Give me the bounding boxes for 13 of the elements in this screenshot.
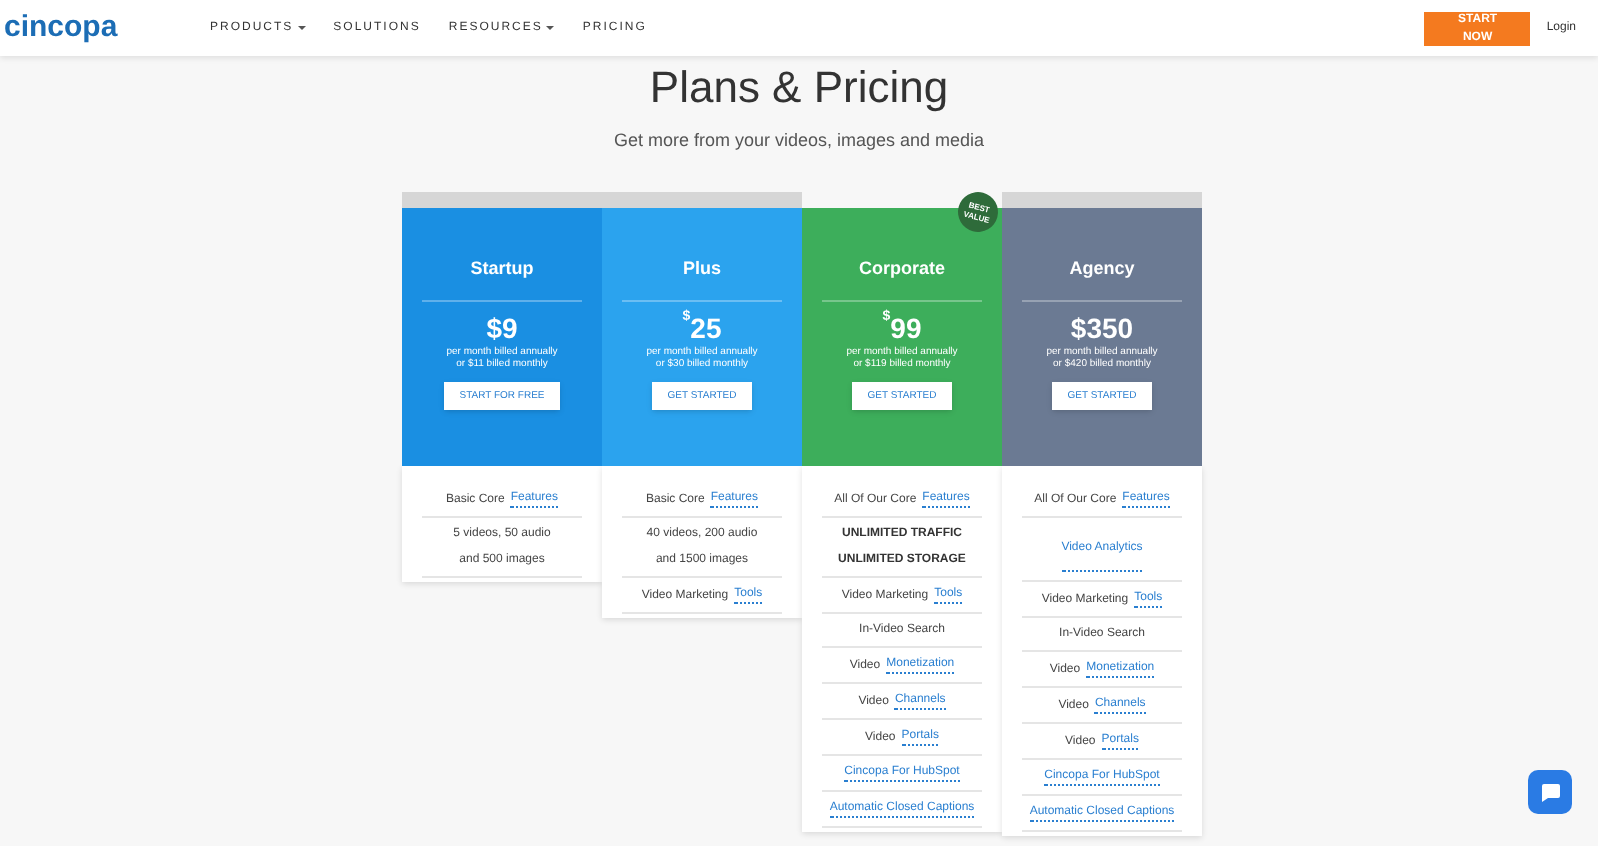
currency-sign: $ bbox=[486, 310, 502, 346]
plan-name: Startup bbox=[470, 256, 534, 280]
plan-price: $350 bbox=[1070, 310, 1134, 346]
plan-name: Plus bbox=[682, 256, 721, 280]
chat-button[interactable] bbox=[1528, 770, 1572, 814]
plan-name: Agency bbox=[1069, 256, 1135, 280]
currency-sign: $ bbox=[1070, 310, 1087, 346]
page-title: Plans & Pricing bbox=[649, 60, 949, 116]
plan-name: Corporate bbox=[858, 256, 945, 280]
chat-bubble-icon bbox=[1538, 780, 1562, 804]
plan-price: $9 bbox=[486, 310, 518, 346]
logo[interactable]: cincopa bbox=[4, 10, 210, 46]
page-subtitle: Get more from your videos, images and media bbox=[613, 128, 985, 152]
